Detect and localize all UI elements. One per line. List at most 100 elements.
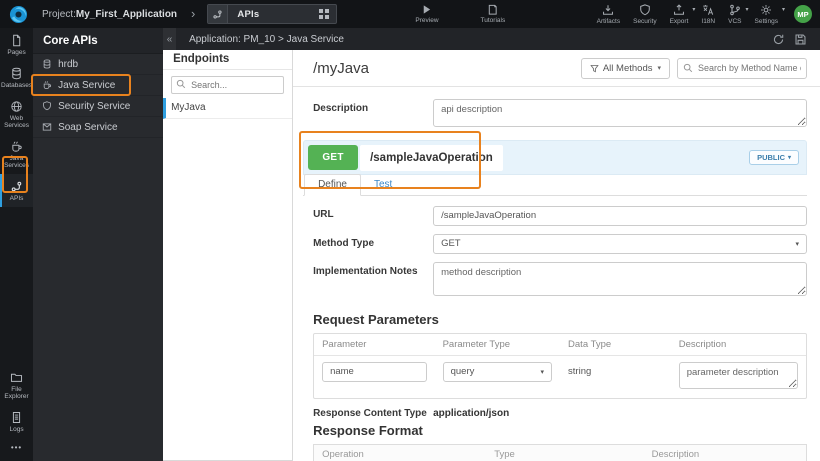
tree-item-java-service[interactable]: Java Service [33,75,164,96]
tree-item-label: Security Service [58,100,131,112]
tutorials-button[interactable]: Tutorials [480,4,506,24]
visibility-label: PUBLIC [757,153,785,162]
folder-icon [10,371,23,384]
sidebar-item-java-services[interactable]: Java Services [0,134,33,174]
breadcrumb: Application: PM_10 > Java Service [189,33,344,45]
request-parameters-header-row: Parameter Parameter Type Data Type Descr… [314,334,806,356]
endpoints-search-input[interactable] [171,76,285,94]
sidebar-item-databases[interactable]: Databases [0,61,33,94]
export-label: Export [669,17,689,25]
sidebar-item-file-explorer[interactable]: File Explorer [0,365,33,405]
artifacts-label: Artifacts [596,17,621,25]
parameter-name-input[interactable] [322,361,427,382]
app-logo-icon[interactable] [9,5,28,24]
url-input[interactable] [433,205,807,226]
method-type-row: Method Type GET ▾ [313,233,807,254]
search-icon [683,63,693,73]
tree-item-security-service[interactable]: Security Service [33,96,164,117]
description-textarea[interactable]: api description [433,99,807,127]
methods-filter-dropdown[interactable]: All Methods ▾ [580,57,670,79]
translate-icon [702,4,714,16]
sidebar-item-apis[interactable]: APIs [0,174,34,207]
settings-label: Settings [754,17,779,25]
method-search [677,57,807,79]
logs-icon [10,411,23,424]
endpoints-title: Endpoints [163,50,293,70]
chevron-down-icon: ▾ [787,155,791,161]
endpoint-item-myjava[interactable]: MyJava [163,98,293,119]
parameter-type-select[interactable]: query ▾ [442,361,553,382]
project-title[interactable]: Project:My_First_Application [42,9,177,20]
more-icon: ••• [10,443,23,452]
url-row: URL [313,205,807,226]
operation-header[interactable]: GET /sampleJavaOperation PUBLIC ▾ [303,140,807,175]
security-button[interactable]: Security [633,3,657,25]
tab-test[interactable]: Test [361,175,405,195]
method-type-label: Method Type [313,237,375,249]
settings-button[interactable]: ▾ Settings [754,4,785,25]
refresh-button[interactable] [772,33,785,46]
sidebar-item-web-services[interactable]: Web Services [0,94,33,134]
vcs-label: VCS [728,17,742,25]
apis-icon [10,180,23,193]
impl-notes-row: Implementation Notes method description [313,261,807,301]
sidebar-label: Java Services [4,155,29,169]
app-body: Pages Databases Web Services Java Servic… [0,28,820,461]
chevron-right-icon: › [191,5,196,21]
right-body: Endpoints MyJava /myJava [163,50,820,461]
play-icon [421,4,432,15]
url-label: URL [313,209,334,220]
sidebar-label: APIs [9,195,24,202]
impl-notes-label: Implementation Notes [313,265,418,277]
parameter-description-textarea[interactable]: parameter description [678,361,798,389]
tutorials-label: Tutorials [480,17,506,24]
preview-button[interactable]: Preview [415,4,439,24]
topbar-right-actions: Artifacts Security ▾ Export I18N ▾ VCS ▾… [597,3,812,25]
operation-path[interactable]: /sampleJavaOperation [360,144,503,171]
tree-item-hrdb[interactable]: hrdb [33,54,164,75]
method-search-input[interactable] [677,57,807,79]
branch-icon [729,4,741,16]
api-title: /myJava [313,59,369,77]
method-type-select[interactable]: GET ▾ [433,233,807,254]
chevron-down-icon: ▾ [781,6,785,13]
table-row: query ▾ string parameter description [314,356,806,398]
sidebar-label: Web Services [4,115,29,129]
sidebar-more-button[interactable]: ••• [0,438,33,461]
user-avatar[interactable]: MP [794,5,812,23]
vcs-button[interactable]: ▾ VCS [728,4,749,25]
shield-icon [639,3,651,16]
artifacts-button[interactable]: Artifacts [597,4,620,25]
apis-tab[interactable]: APIs [207,4,338,24]
left-icon-bar: Pages Databases Web Services Java Servic… [0,28,34,461]
endpoints-search [171,75,285,94]
shield-icon [42,101,52,111]
project-name: My_First_Application [75,8,178,20]
tab-define[interactable]: Define [304,174,361,196]
funnel-icon [590,64,599,73]
data-type-value: string [568,365,592,377]
tree-item-soap-service[interactable]: Soap Service [33,117,164,138]
request-parameters-heading: Request Parameters [313,311,439,327]
sidebar-item-pages[interactable]: Pages [0,28,33,61]
chevron-down-icon: ▾ [795,240,799,248]
export-button[interactable]: ▾ Export [669,3,695,25]
visibility-dropdown[interactable]: PUBLIC ▾ [749,150,799,165]
sidebar-label: Logs [9,426,24,433]
security-label: Security [633,17,657,25]
core-apis-panel: Core APIs hrdb Java Service Security Ser… [33,28,164,461]
impl-notes-textarea[interactable]: method description [433,261,807,296]
search-icon [176,79,186,89]
i18n-button[interactable]: I18N [701,4,715,25]
coffee-icon [10,140,23,153]
save-button[interactable] [794,33,807,46]
column-header: Description [678,338,727,350]
collapse-panel-button[interactable]: « [163,28,177,50]
sidebar-item-logs[interactable]: Logs [0,405,33,438]
response-format-heading: Response Format [313,422,423,438]
upload-icon [673,3,685,16]
gear-icon [760,4,772,16]
preview-label: Preview [415,17,439,24]
grid-icon[interactable] [319,9,330,19]
